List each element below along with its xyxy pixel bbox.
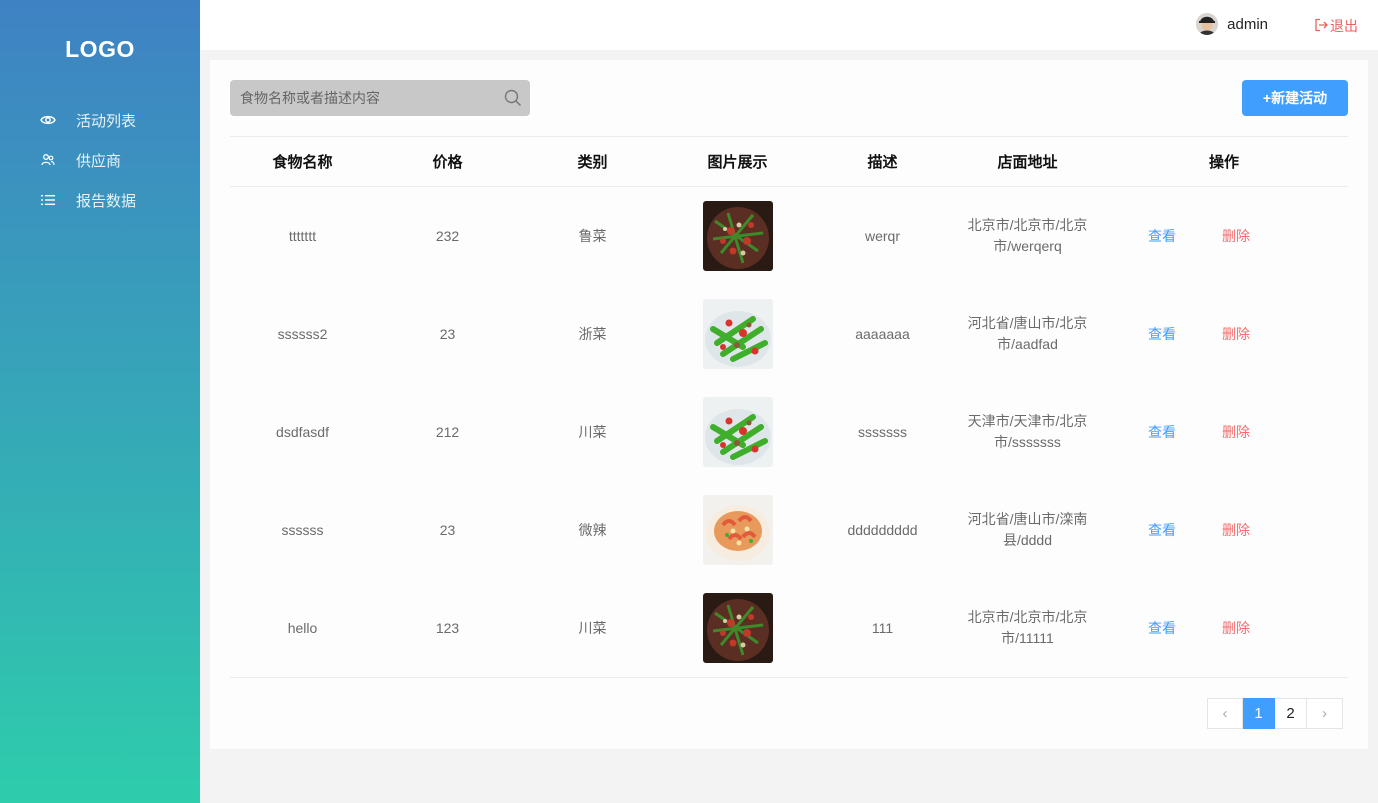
operations-cell: 查看 删除: [1100, 324, 1348, 345]
price-cell: 212: [435, 423, 460, 440]
logout-icon: [1314, 18, 1330, 35]
delete-button[interactable]: 删除: [1222, 422, 1250, 443]
category-cell: 川菜: [578, 619, 607, 636]
sidebar-item-label: 供应商: [76, 152, 122, 170]
prev-page-button[interactable]: ‹: [1207, 698, 1243, 729]
address-cell: 河北省/唐山市/滦南县/dddd: [967, 511, 1088, 548]
view-button[interactable]: 查看: [1148, 226, 1176, 247]
sidebar: LOGO 活动列表 供应商 报告数据: [0, 0, 200, 803]
column-header[interactable]: 店面地址: [955, 151, 1100, 172]
column-header[interactable]: 描述: [810, 151, 955, 172]
view-button[interactable]: 查看: [1148, 618, 1176, 639]
address-cell: 北京市/北京市/北京市/11111: [967, 609, 1088, 646]
search-icon[interactable]: [504, 89, 522, 107]
view-button[interactable]: 查看: [1148, 520, 1176, 541]
logout-label: 退出: [1330, 18, 1358, 34]
sidebar-item-supplier[interactable]: 供应商: [0, 140, 200, 180]
food-image[interactable]: [702, 495, 773, 565]
eye-icon: [40, 112, 56, 128]
delete-button[interactable]: 删除: [1222, 618, 1250, 639]
food-image[interactable]: [702, 299, 773, 369]
delete-button[interactable]: 删除: [1222, 520, 1250, 541]
new-activity-button[interactable]: +新建活动: [1242, 80, 1348, 116]
next-page-button[interactable]: ›: [1307, 698, 1343, 729]
food-image[interactable]: [702, 593, 773, 663]
delete-button[interactable]: 删除: [1222, 226, 1250, 247]
image-cell: [665, 495, 810, 565]
table-row: dsdfasdf 212 川菜 sssssss 天津市/天津市/北京市/ssss…: [230, 383, 1348, 481]
list-icon: [40, 192, 56, 208]
address-cell: 河北省/唐山市/北京市/aadfad: [967, 315, 1088, 352]
food-image[interactable]: [702, 201, 773, 271]
category-cell: 浙菜: [578, 325, 607, 342]
page-button-2[interactable]: 2: [1275, 698, 1307, 729]
table-header: 食物名称 价格 类别 图片展示 描述 店面地址 操作: [230, 136, 1348, 187]
food-name-cell: ssssss: [281, 521, 324, 538]
sidebar-item-label: 活动列表: [76, 112, 137, 130]
top-header: admin 退出: [200, 0, 1378, 50]
food-image[interactable]: [702, 397, 773, 467]
address-cell: 北京市/北京市/北京市/werqerq: [967, 217, 1088, 254]
sidebar-item-activity-list[interactable]: 活动列表: [0, 100, 200, 140]
description-cell: 111: [871, 619, 894, 636]
image-cell: [665, 397, 810, 467]
column-header[interactable]: 类别: [520, 151, 665, 172]
operations-cell: 查看 删除: [1100, 618, 1348, 639]
food-name-cell: hello: [287, 619, 318, 636]
food-name-cell: ttttttt: [288, 227, 317, 244]
table-row: ssssss 23 微辣 ddddddddd 河北省/唐山市/滦南县/dddd …: [230, 481, 1348, 579]
description-cell: werqr: [864, 227, 900, 244]
image-cell: [665, 593, 810, 663]
table-body: ttttttt 232 鲁菜 werqr 北京市/北京市/北京市/werqerq…: [230, 187, 1348, 678]
logo: LOGO: [65, 36, 135, 62]
food-table: 食物名称 价格 类别 图片展示 描述 店面地址 操作 ttttttt 232 鲁…: [230, 136, 1348, 678]
image-cell: [665, 201, 810, 271]
search-box: [230, 80, 530, 116]
avatar[interactable]: [1196, 13, 1218, 35]
price-cell: 232: [435, 227, 460, 244]
column-header[interactable]: 食物名称: [230, 151, 375, 172]
category-cell: 鲁菜: [578, 227, 607, 244]
pagination: ‹ 1 2 ›: [1207, 698, 1343, 729]
operations-cell: 查看 删除: [1100, 422, 1348, 443]
view-button[interactable]: 查看: [1148, 324, 1176, 345]
table-row: ttttttt 232 鲁菜 werqr 北京市/北京市/北京市/werqerq…: [230, 187, 1348, 285]
price-cell: 123: [435, 619, 460, 636]
table-row: hello 123 川菜 111 北京市/北京市/北京市/11111 查看 删除: [230, 579, 1348, 677]
category-cell: 川菜: [578, 423, 607, 440]
search-input[interactable]: [230, 80, 500, 116]
content-card: +新建活动 食物名称 价格 类别 图片展示 描述 店面地址 操作 ttttttt…: [210, 60, 1368, 749]
food-name-cell: ssssss2: [277, 325, 328, 342]
table-row: ssssss2 23 浙菜 aaaaaaa 河北省/唐山市/北京市/aadfad…: [230, 285, 1348, 383]
sidebar-item-label: 报告数据: [76, 192, 137, 210]
address-cell: 天津市/天津市/北京市/sssssss: [967, 413, 1088, 450]
operations-cell: 查看 删除: [1100, 226, 1348, 247]
food-name-cell: dsdfasdf: [276, 423, 329, 440]
image-cell: [665, 299, 810, 369]
column-header[interactable]: 图片展示: [665, 151, 810, 172]
logout-button[interactable]: 退出: [1314, 16, 1358, 36]
price-cell: 23: [439, 325, 456, 342]
view-button[interactable]: 查看: [1148, 422, 1176, 443]
column-header[interactable]: 价格: [375, 151, 520, 172]
description-cell: aaaaaaa: [855, 325, 910, 342]
users-icon: [40, 152, 56, 168]
column-header[interactable]: 操作: [1100, 151, 1348, 172]
sidebar-item-report-data[interactable]: 报告数据: [0, 180, 200, 220]
delete-button[interactable]: 删除: [1222, 324, 1250, 345]
operations-cell: 查看 删除: [1100, 520, 1348, 541]
username: admin: [1227, 16, 1268, 33]
page-button-1[interactable]: 1: [1243, 698, 1275, 729]
description-cell: sssssss: [858, 423, 907, 440]
description-cell: ddddddddd: [847, 521, 918, 538]
price-cell: 23: [439, 521, 456, 538]
category-cell: 微辣: [578, 521, 607, 538]
sidebar-menu: 活动列表 供应商 报告数据: [0, 100, 200, 220]
